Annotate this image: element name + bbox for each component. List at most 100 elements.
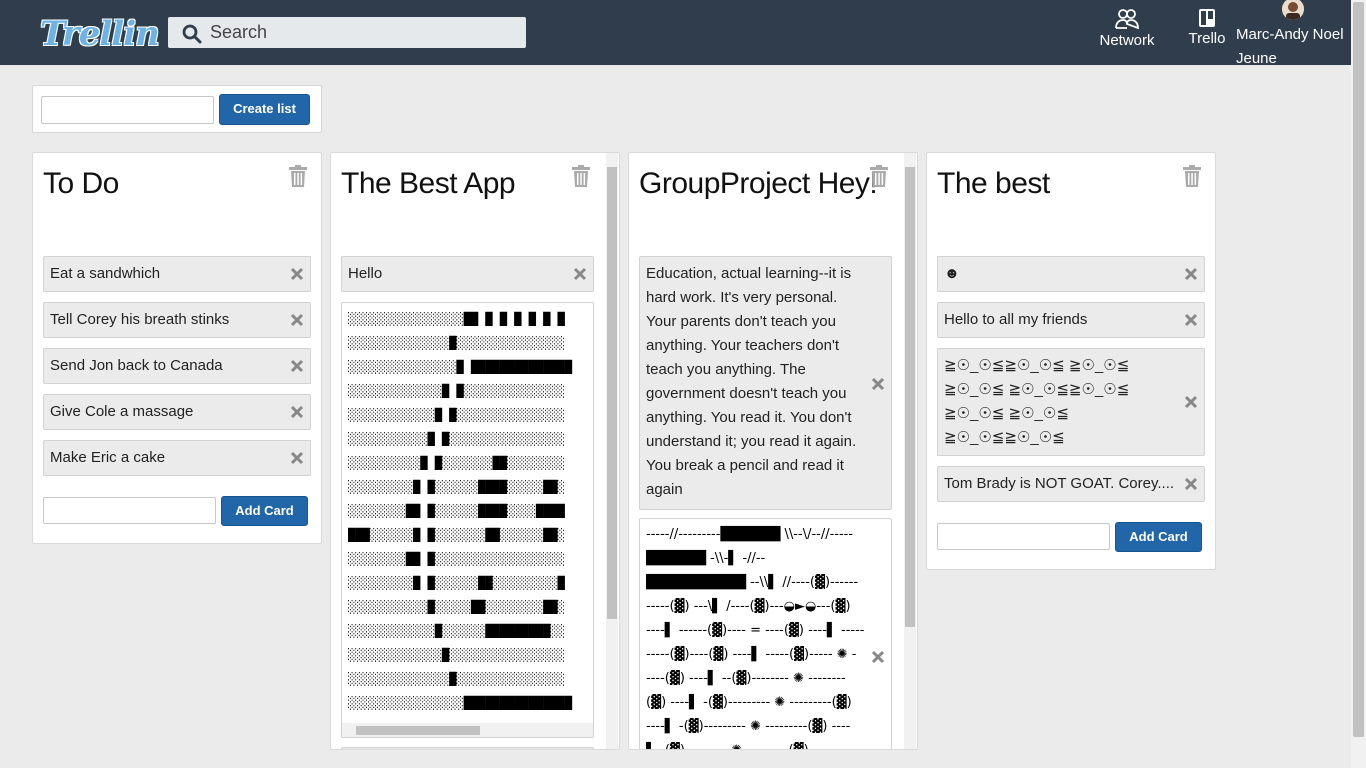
add-card-button[interactable]: Add Card <box>221 496 308 526</box>
card-text: Education, actual learning--it is hard w… <box>646 265 857 498</box>
create-list-button[interactable]: Create list <box>219 94 310 125</box>
close-icon[interactable] <box>290 359 304 373</box>
ascii-art-line: ░░░░░░░░░░░░░░░█ ██████████████ <box>348 360 572 374</box>
close-icon[interactable] <box>1184 267 1198 281</box>
add-card-input[interactable] <box>937 523 1110 550</box>
nav-trello[interactable]: Trello <box>1183 8 1231 47</box>
card[interactable]: Make Eric a cake <box>43 440 311 476</box>
ascii-art-line: ███░░░░░░█ █░░░░░░░██░░░░░░██░ <box>348 528 565 542</box>
card-text: Tell Corey his breath stinks <box>50 311 230 328</box>
card-text: Give Cole a massage <box>50 403 194 420</box>
close-icon[interactable] <box>290 405 304 419</box>
card-text: Make Eric a cake <box>50 449 166 466</box>
trello-board-icon <box>1199 9 1215 27</box>
ascii-art-line: ░░░░░░░░░░░█░░░░░██░░░░░░░░██░ <box>348 600 565 614</box>
card[interactable]: Hello <box>341 256 594 292</box>
close-icon[interactable] <box>1184 313 1198 327</box>
horizontal-scrollbar[interactable] <box>342 723 593 737</box>
card[interactable]: ≧☉_☉≦≧☉_☉≦ ≧☉_☉≦ ≧☉_☉≦ ≧☉_☉≦≧☉_☉≦ ≧☉_☉≦ … <box>937 348 1205 456</box>
nav-network[interactable]: Network <box>1095 8 1159 49</box>
create-list-panel: Create list <box>32 85 322 133</box>
ascii-art-line: ░░░░░░░░░░░░░█ █░░░░░░░░░░░░░░ <box>348 384 565 398</box>
close-icon[interactable] <box>573 267 587 281</box>
trash-icon[interactable] <box>289 165 307 187</box>
ascii-art-line: ░░░░░░░░░█ █░░░░░░████░░░░░██░ <box>348 480 565 494</box>
ascii-art-line: ----▌ ------(▓)---- = ----(▓) ----▌ ----… <box>646 623 865 638</box>
card[interactable]: Eat a sandwhich <box>43 256 311 292</box>
add-card-input[interactable] <box>43 497 216 524</box>
card[interactable]: ☻ <box>937 256 1205 292</box>
list-title: The best <box>937 167 1050 200</box>
trash-icon[interactable] <box>1183 165 1201 187</box>
list-title: The Best App <box>341 167 516 200</box>
close-icon[interactable] <box>290 267 304 281</box>
ascii-art-line: ░░░░░░░░██ █░░░░░░████░░░░████ <box>348 504 565 518</box>
ascii-art-line: ░░░░░░░░░░░░░░░░███████████████ <box>348 696 572 710</box>
new-list-input[interactable] <box>41 96 214 124</box>
add-card-button[interactable]: Add Card <box>1115 522 1202 552</box>
trash-icon[interactable] <box>870 165 888 187</box>
vertical-scrollbar[interactable] <box>904 153 916 749</box>
card[interactable] <box>341 747 594 749</box>
close-icon[interactable] <box>1184 395 1198 409</box>
logo-text: Trellin <box>40 14 160 54</box>
card-text: Hello <box>348 265 383 282</box>
avatar <box>1282 0 1304 20</box>
ascii-art-line: (▓) ----▌ -(▓)--------- ✺ ---------(▓) <box>646 695 852 710</box>
search-box[interactable] <box>168 17 526 48</box>
close-icon[interactable] <box>871 377 885 391</box>
ascii-art-line: ----▌ -(▓)--------- ✺ ---------(▓) ---- <box>646 719 851 734</box>
card[interactable]: Tell Corey his breath stinks <box>43 302 311 338</box>
card[interactable]: Hello to all my friends <box>937 302 1205 338</box>
ascii-art-line: ░░░░░░░░░░░█ █░░░░░░░░░░░░░░░░ <box>348 432 565 446</box>
ascii-art-line: ░░░░░░░░░░░░█ █░░░░░░░░░░░░░░░ <box>348 408 565 422</box>
list-the-best-app: The Best App Hello ░░░░░░░░░░░░░░░░██ █ … <box>330 152 620 750</box>
trash-icon[interactable] <box>572 165 590 187</box>
close-icon[interactable] <box>290 451 304 465</box>
top-navigation-bar: Trellin Network Trello Marc-Andy Noel Je… <box>0 0 1351 67</box>
list-title: To Do <box>43 167 119 200</box>
ascii-art-card[interactable]: ░░░░░░░░░░░░░░░░██ █ █ █ █ █ █ ░░░░░░░░░░… <box>341 302 594 738</box>
ascii-art-line: ░░░░░░░░██ █░░░░░░░░░░░░░░░░░░ <box>348 552 565 566</box>
ascii-art-line: ░░░░░░░░░░░░█░░░░░░█████████░░ <box>348 624 565 638</box>
ascii-art-line: ░░░░░░░░░░░░░░█░░░░░░░░░░░░░░░ <box>348 672 565 686</box>
ascii-art-line: ░░░░░░░░░░░░░░░░██ █ █ █ █ █ █ <box>348 312 565 326</box>
close-icon[interactable] <box>290 313 304 327</box>
nav-trello-label: Trello <box>1188 30 1226 47</box>
nav-network-label: Network <box>1099 32 1155 49</box>
ascii-art-line: -----(▓) ---\▌ /----(▓)---◒►◒---(▓) <box>646 599 851 614</box>
card-text: ☻ <box>944 265 960 282</box>
ascii-art: -----//---------██████ \\--\/--//----- ██… <box>646 523 868 749</box>
page-scrollbar[interactable] <box>1351 0 1366 768</box>
card-text: Send Jon back to Canada <box>50 357 223 374</box>
ascii-art-line: ██████████ --\\▌ //----(▓)------ <box>646 575 859 590</box>
ascii-art-line: ----(▓) ----▌ --(▓)-------- ✺ -------- <box>646 671 846 686</box>
ascii-art-line: ░░░░░░░░░░░░░█░░░░░░░░░░░░░░░░ <box>348 648 565 662</box>
card[interactable]: Give Cole a massage <box>43 394 311 430</box>
vertical-scrollbar[interactable] <box>606 153 618 749</box>
card-text: Tom Brady is NOT GOAT. Corey.... <box>944 475 1175 492</box>
ascii-art: ░░░░░░░░░░░░░░░░██ █ █ █ █ █ █ ░░░░░░░░░░… <box>348 307 593 715</box>
card[interactable]: Send Jon back to Canada <box>43 348 311 384</box>
card-text: Eat a sandwhich <box>50 265 161 282</box>
search-icon <box>182 24 202 44</box>
list-the-best: The best ☻ Hello to all my friends ≧☉_☉≦… <box>926 152 1216 570</box>
card[interactable]: Education, actual learning--it is hard w… <box>639 256 892 510</box>
list-title: GroupProject Hey! <box>639 167 878 200</box>
ascii-art-line: ░░░░░░░░░█ █░░░░░░██░░░░░░░░░█ <box>348 576 565 590</box>
close-icon[interactable] <box>871 650 885 664</box>
search-input[interactable] <box>210 17 520 48</box>
close-icon[interactable] <box>1184 477 1198 491</box>
ascii-art-line: -----//---------██████ \\--\/--//----- <box>646 527 854 542</box>
user-name: Marc-Andy Noel Jeune <box>1236 26 1344 67</box>
network-icon <box>1115 9 1139 30</box>
ascii-art-line: ░░░░░░░░░░░░░░█░░░░░░░░░░░░░░░ <box>348 336 565 350</box>
card-text: ≧☉_☉≦≧☉_☉≦ ≧☉_☉≦ ≧☉_☉≦ ≧☉_☉≦≧☉_☉≦ ≧☉_☉≦ … <box>944 357 1130 446</box>
card[interactable]: Tom Brady is NOT GOAT. Corey.... <box>937 466 1205 502</box>
ascii-art-card[interactable]: -----//---------██████ \\--\/--//----- ██… <box>639 518 892 749</box>
list-to-do: To Do Eat a sandwhich Tell Corey his bre… <box>32 152 322 544</box>
ascii-art-line: ██████ -\\-▌ -//-- <box>646 551 766 566</box>
ascii-art-line: ░░░░░░░░░░█ █░░░░░░░██░░░░░░░░ <box>348 456 565 470</box>
card-text: Hello to all my friends <box>944 311 1088 328</box>
trellin-logo[interactable]: Trellin <box>40 14 160 54</box>
